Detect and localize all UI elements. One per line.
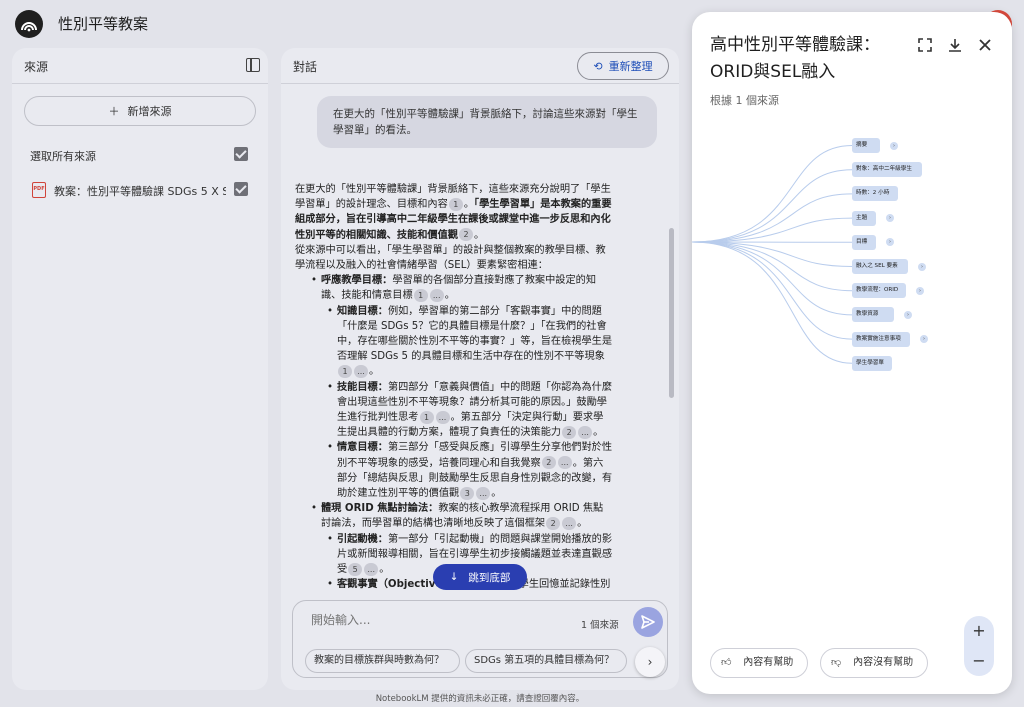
not-helpful-button[interactable]: 👎︎ 內容沒有幫助 — [820, 648, 928, 678]
zoom-in-button[interactable]: + — [964, 616, 994, 646]
mind-map-dialog: 高中性別平等體驗課：ORID與SEL融入 根據 1 個來源 摘要 › 對象：高中二年… — [692, 12, 1012, 694]
mind-map-link — [692, 145, 853, 243]
mind-map-title: 高中性別平等體驗課：ORID與SEL融入 — [710, 35, 880, 82]
sources-title: 來源 — [24, 60, 49, 74]
refresh-icon: ⟲ — [593, 59, 603, 73]
arrow-down-icon: ↓ — [449, 571, 459, 583]
collapse-panel-icon[interactable] — [246, 58, 260, 72]
mind-map-link — [692, 241, 853, 316]
mind-map-node[interactable]: 學生學習單 — [852, 355, 892, 371]
mind-map-node[interactable]: 融入之 SEL 要素 — [852, 259, 908, 274]
citation-more-chip[interactable]: ... — [354, 364, 368, 378]
chat-title: 對話 — [293, 60, 318, 74]
citation-chip[interactable]: 1 — [413, 288, 428, 302]
add-source-label: 新增來源 — [127, 105, 172, 118]
assistant-answer: 在更大的「性別平等體驗課」背景脈絡下，這些來源充分說明了「學生學習單」的設計理念… — [295, 182, 613, 594]
regenerate-label: 重新整理 — [608, 60, 653, 73]
jump-to-bottom-label: 跳到底部 — [468, 571, 511, 584]
send-icon — [641, 615, 655, 629]
citation-more-chip[interactable]: ... — [562, 516, 577, 530]
select-all-label: 選取所有來源 — [30, 150, 96, 163]
not-helpful-label: 內容沒有幫助 — [853, 657, 914, 668]
notebooklm-logo-icon[interactable] — [15, 10, 43, 38]
citation-more-chip[interactable]: ... — [557, 456, 572, 470]
thumb-up-icon: 👍︎ — [721, 657, 732, 668]
mind-map-node[interactable]: 時數：2 小時 — [852, 186, 898, 202]
mind-map-canvas[interactable]: 摘要 › 對象：高中二年級學生 時數：2 小時 主題 › 目標 › 融入之 SEL 要素 › 教學流… — [692, 122, 1012, 372]
citation-more-chip[interactable]: ... — [578, 425, 593, 439]
citation-more-chip[interactable]: ... — [435, 410, 450, 424]
expand-node-icon[interactable]: › — [890, 141, 898, 150]
mind-map-link — [692, 241, 853, 340]
citation-chip[interactable]: 2 — [541, 456, 556, 470]
expand-node-icon[interactable]: › — [904, 310, 912, 319]
chat-header: 對話 ⟲ 重新整理 — [281, 48, 679, 84]
chat-scrollbar[interactable] — [669, 228, 674, 398]
mind-map-node[interactable]: 目標 — [852, 234, 876, 250]
mind-map-link — [692, 241, 853, 364]
add-source-button[interactable]: ＋ 新增來源 — [24, 96, 256, 126]
suggestion-chip[interactable]: 教案的目標族群與時數為何？ — [305, 649, 460, 673]
citation-chip[interactable]: 1 — [448, 197, 463, 211]
mind-map-link — [692, 169, 853, 243]
chat-panel: 對話 ⟲ 重新整理 在更大的「性別平等體驗課」背景脈絡下，討論這些來源對「學生學… — [281, 48, 679, 690]
source-checkbox[interactable] — [234, 182, 248, 196]
citation-chip[interactable]: 2 — [562, 425, 577, 439]
mind-map-node[interactable]: 教學流程：ORID — [852, 283, 906, 299]
chat-input[interactable] — [311, 613, 551, 627]
list-item: 知識目標：例如，學習單的第二部分「客觀事實」中的問題「什麼是 SDGs 5？它的… — [321, 304, 613, 380]
send-button[interactable] — [633, 607, 663, 637]
citation-more-chip[interactable]: ... — [429, 288, 444, 302]
citation-chip[interactable]: 1 — [338, 364, 352, 378]
select-all-checkbox[interactable] — [234, 147, 248, 161]
list-item: 呼應教學目標：學習單的各個部分直接對應了教案中設定的知識、技能和情意目標1...… — [305, 273, 613, 501]
mind-map-node[interactable]: 摘要 — [852, 138, 880, 153]
mind-map-subtitle: 根據 1 個來源 — [710, 94, 779, 107]
helpful-button[interactable]: 👍︎ 內容有幫助 — [710, 648, 808, 678]
mind-map-link — [692, 241, 853, 267]
citation-chip[interactable]: 2 — [459, 228, 473, 242]
zoom-controls: + − — [964, 616, 994, 676]
suggestion-chip[interactable]: SDGs 第五項的具體目標為何？ — [465, 649, 627, 673]
jump-to-bottom-button[interactable]: ↓ 跳到底部 — [433, 564, 527, 590]
helpful-label: 內容有幫助 — [743, 657, 794, 668]
citation-more-chip[interactable]: ... — [364, 562, 379, 576]
citation-chip[interactable]: 3 — [460, 486, 475, 500]
mind-map-link — [692, 217, 853, 243]
sources-panel: 來源 ＋ 新增來源 選取所有來源 PDF 教案：性別平等體驗課 SDGs 5 X… — [12, 48, 268, 690]
regenerate-button[interactable]: ⟲ 重新整理 — [577, 52, 669, 80]
mind-map-node[interactable]: 教學資源 — [852, 307, 894, 323]
citation-chip[interactable]: 2 — [546, 516, 561, 530]
fullscreen-icon[interactable] — [916, 36, 934, 54]
expand-node-icon[interactable]: › — [918, 262, 926, 271]
list-item: 技能目標：第四部分「意義與價值」中的問題「你認為為什麼會出現這些性別不平等現象？… — [321, 380, 613, 441]
mind-map-node[interactable]: 對象：高中二年級學生 — [852, 162, 922, 178]
mind-map-node[interactable]: 主題 — [852, 210, 876, 226]
expand-node-icon[interactable]: › — [916, 286, 924, 295]
download-icon[interactable] — [946, 36, 964, 54]
source-item[interactable]: 教案：性別平等體驗課 SDGs 5 X S... — [54, 183, 226, 199]
thumb-down-icon: 👎︎ — [831, 657, 842, 668]
chevron-right-icon[interactable]: › — [635, 647, 665, 677]
list-item: 情意目標：第三部分「感受與反應」引導學生分享他們對於性別不平等現象的感受，培養同… — [321, 440, 613, 501]
mind-map-node[interactable]: 教案實施注意事項 — [852, 331, 910, 347]
close-icon[interactable] — [976, 36, 994, 54]
pdf-icon: PDF — [32, 182, 46, 198]
citation-more-chip[interactable]: ... — [476, 486, 491, 500]
sources-header: 來源 — [12, 48, 268, 84]
plus-icon: ＋ — [108, 105, 120, 118]
citation-chip[interactable]: 5 — [348, 562, 363, 576]
notebook-title[interactable]: 性別平等教案 — [58, 13, 148, 34]
zoom-out-button[interactable]: − — [964, 646, 994, 676]
citation-chip[interactable]: 1 — [419, 410, 434, 424]
chat-input-box: 1 個來源 教案的目標族群與時數為何？ SDGs 第五項的具體目標為何？ › — [292, 600, 668, 678]
source-count: 1 個來源 — [581, 620, 619, 631]
user-message: 在更大的「性別平等體驗課」背景脈絡下，討論這些來源對「學生學習單」的看法。 — [317, 96, 657, 148]
disclaimer: NotebookLM 提供的資訊未必正確，請查證回覆內容。 — [375, 694, 585, 704]
